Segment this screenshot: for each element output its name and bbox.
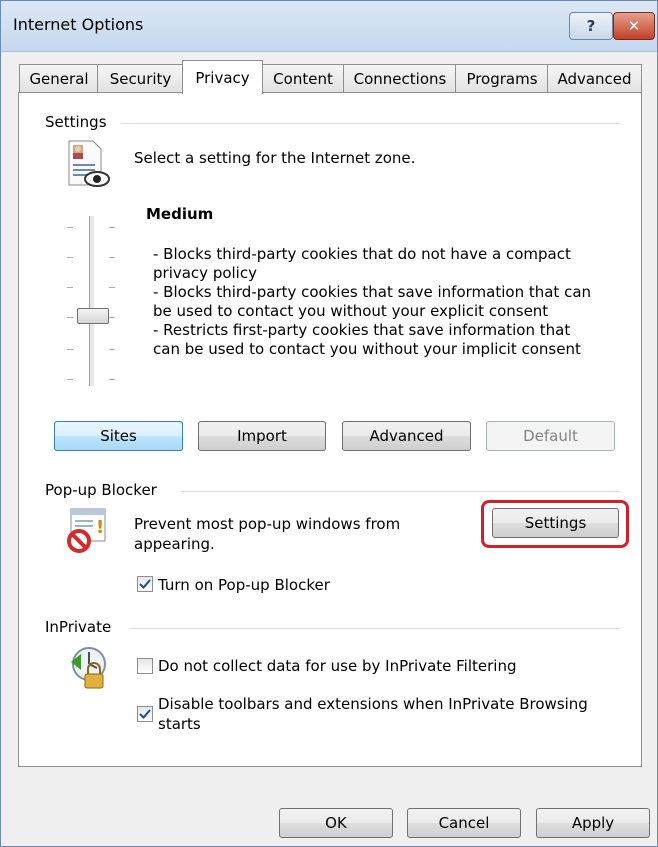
- checkmark-icon: [139, 709, 151, 719]
- svg-text:!: !: [96, 517, 104, 538]
- default-button[interactable]: Default: [486, 421, 615, 451]
- inprivate-group-title: InPrivate: [45, 618, 120, 636]
- description-line: can be used to contact you without your …: [153, 340, 581, 358]
- description-line: privacy policy: [153, 264, 257, 282]
- tab-content[interactable]: Content: [261, 64, 345, 92]
- help-icon: ?: [586, 17, 596, 35]
- slider-tick: [109, 227, 115, 228]
- slider-tick: [109, 317, 115, 318]
- highlight-box: [481, 500, 629, 548]
- popup-description-line2: appearing.: [134, 535, 215, 553]
- import-button[interactable]: Import: [198, 421, 326, 451]
- ok-button[interactable]: OK: [279, 808, 393, 838]
- inprivate-clock-lock-icon: [65, 644, 111, 694]
- privacy-document-eye-icon: [65, 139, 111, 193]
- privacy-level-description: - Blocks third-party cookies that do not…: [153, 245, 613, 359]
- disable-toolbars-label-line1[interactable]: Disable toolbars and extensions when InP…: [158, 695, 588, 714]
- slider-tick: [109, 287, 115, 288]
- turn-on-popup-blocker-label[interactable]: Turn on Pop-up Blocker: [158, 576, 330, 595]
- zone-instruction-text: Select a setting for the Internet zone.: [134, 149, 416, 167]
- close-icon: ✕: [627, 17, 641, 35]
- slider-tick: [109, 379, 115, 380]
- tab-advanced[interactable]: Advanced: [547, 64, 642, 92]
- slider-tick: [67, 317, 73, 318]
- inprivate-filtering-checkbox[interactable]: [137, 658, 153, 674]
- slider-tick: [67, 349, 73, 350]
- inprivate-filtering-label[interactable]: Do not collect data for use by InPrivate…: [158, 657, 516, 676]
- slider-tick: [109, 349, 115, 350]
- slider-tick: [67, 257, 73, 258]
- tab-programs[interactable]: Programs: [455, 64, 549, 92]
- sites-button[interactable]: Sites: [54, 421, 183, 451]
- slider-tick: [67, 287, 73, 288]
- slider-tick: [67, 227, 73, 228]
- description-line: - Blocks third-party cookies that do not…: [153, 245, 571, 263]
- title-bar: Internet Options ? ✕: [1, 1, 657, 52]
- privacy-level-title: Medium: [146, 205, 214, 223]
- window-title: Internet Options: [13, 15, 144, 34]
- popup-blocker-icon: !: [65, 507, 111, 557]
- advanced-button[interactable]: Advanced: [342, 421, 471, 451]
- privacy-level-slider-thumb[interactable]: [77, 308, 109, 324]
- apply-button[interactable]: Apply: [536, 808, 650, 838]
- tab-general[interactable]: General: [19, 64, 99, 92]
- popup-blocker-group-title: Pop-up Blocker: [45, 481, 165, 499]
- internet-options-dialog: Internet Options ? ✕ General Security Pr…: [0, 0, 658, 847]
- disable-toolbars-checkbox[interactable]: [137, 706, 153, 722]
- description-line: - Restricts first-party cookies that sav…: [153, 321, 571, 339]
- cancel-button[interactable]: Cancel: [407, 808, 521, 838]
- description-line: - Blocks third-party cookies that save i…: [153, 283, 592, 301]
- inprivate-group-rule: [129, 628, 621, 629]
- disable-toolbars-label-line2[interactable]: starts: [158, 715, 201, 734]
- tab-privacy[interactable]: Privacy: [182, 60, 263, 94]
- close-button[interactable]: ✕: [613, 12, 655, 40]
- popup-group-rule: [181, 491, 621, 492]
- slider-tick: [67, 379, 73, 380]
- description-line: be used to contact you without your expl…: [153, 302, 549, 320]
- privacy-level-slider-track[interactable]: [89, 216, 95, 386]
- checkmark-icon: [139, 579, 151, 589]
- help-button[interactable]: ?: [569, 12, 613, 40]
- tab-security[interactable]: Security: [97, 64, 184, 92]
- turn-on-popup-blocker-checkbox[interactable]: [137, 576, 153, 592]
- tab-connections[interactable]: Connections: [343, 64, 457, 92]
- settings-group-rule: [121, 123, 621, 124]
- slider-tick: [109, 257, 115, 258]
- popup-description-line1: Prevent most pop-up windows from: [134, 515, 401, 533]
- settings-group-title: Settings: [45, 113, 115, 131]
